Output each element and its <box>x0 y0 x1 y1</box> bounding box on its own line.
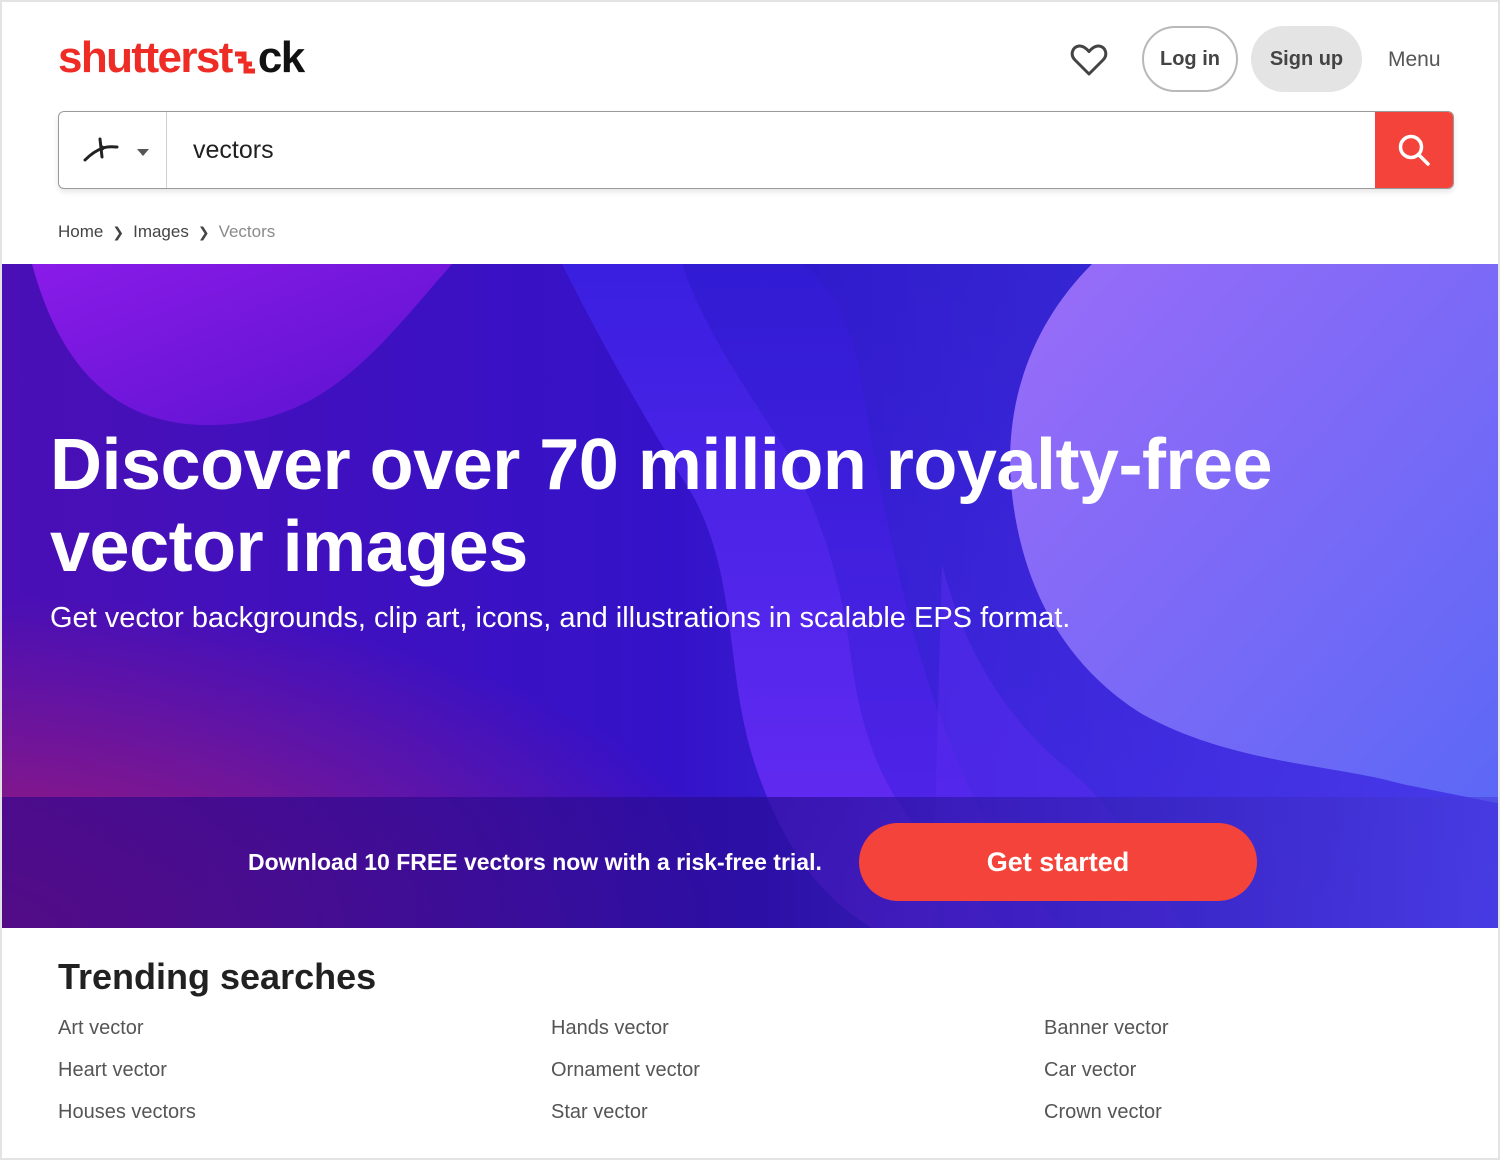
trending-link[interactable]: Crown vector <box>1044 1101 1162 1124</box>
trending-link[interactable]: Banner vector <box>1044 1017 1169 1040</box>
trending-searches-list: Art vector Heart vector Houses vectors H… <box>58 1017 1458 1147</box>
breadcrumb-home[interactable]: Home <box>58 222 103 242</box>
signup-button[interactable]: Sign up <box>1251 26 1362 92</box>
trending-link[interactable]: Heart vector <box>58 1059 167 1082</box>
breadcrumb: Home ❯ Images ❯ Vectors <box>58 222 275 242</box>
trending-link[interactable]: Ornament vector <box>551 1059 700 1082</box>
get-started-button[interactable]: Get started <box>859 823 1257 901</box>
shutterstock-logo[interactable]: shutterst ck <box>58 32 305 84</box>
login-button[interactable]: Log in <box>1142 26 1238 92</box>
hero-title-line2: vector images <box>50 507 528 587</box>
hero-title: Discover over 70 million royalty-free ve… <box>50 424 1350 588</box>
hero-banner: Discover over 70 million royalty-free ve… <box>2 264 1498 928</box>
logo-text-part1: shutterst <box>58 33 233 82</box>
search-icon <box>1398 134 1430 166</box>
chevron-right-icon: ❯ <box>112 223 125 240</box>
breadcrumb-images[interactable]: Images <box>133 222 189 242</box>
heart-icon[interactable] <box>1070 42 1108 78</box>
promo-text: Download 10 FREE vectors now with a risk… <box>248 849 822 875</box>
trending-link[interactable]: Art vector <box>58 1017 144 1040</box>
trending-link[interactable]: Hands vector <box>551 1017 669 1040</box>
hero-title-line1: Discover over 70 million royalty-free <box>50 425 1273 505</box>
logo-mark-icon <box>232 34 258 74</box>
chevron-down-icon <box>137 149 149 156</box>
search-bar <box>58 111 1454 189</box>
trending-link[interactable]: Car vector <box>1044 1059 1136 1082</box>
trending-link[interactable]: Houses vectors <box>58 1101 196 1124</box>
media-type-dropdown[interactable] <box>59 112 167 188</box>
promo-strip: Download 10 FREE vectors now with a risk… <box>2 797 1498 928</box>
search-button[interactable] <box>1375 112 1453 188</box>
logo-text-part2: ck <box>257 33 305 82</box>
page-frame: shutterst ck Log in Sign up Menu Home ❯ I… <box>0 0 1500 1160</box>
trending-link[interactable]: Star vector <box>551 1101 648 1124</box>
search-input[interactable] <box>167 112 1377 188</box>
site-header: shutterst ck Log in Sign up Menu <box>2 2 1498 102</box>
trending-searches-title: Trending searches <box>58 956 377 997</box>
breadcrumb-current: Vectors <box>218 222 276 241</box>
vector-pen-icon <box>83 134 119 166</box>
hero-subtitle: Get vector backgrounds, clip art, icons,… <box>50 602 1071 634</box>
chevron-right-icon: ❯ <box>197 223 210 240</box>
menu-button[interactable]: Menu <box>1388 48 1441 72</box>
